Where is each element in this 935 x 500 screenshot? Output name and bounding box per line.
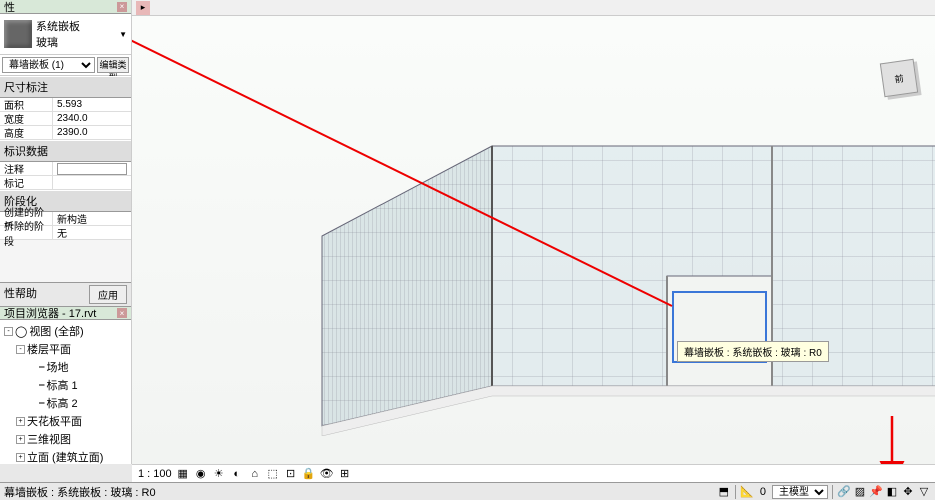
select-pinned-icon[interactable]: 📌 <box>869 485 883 499</box>
tree-item[interactable]: +天花板平面 <box>2 412 129 430</box>
panel-type-icon <box>4 20 32 48</box>
type-selector[interactable]: 系统嵌板 玻璃 ▼ <box>0 14 131 55</box>
tree-item[interactable]: ⎯标高 2 <box>2 394 129 412</box>
tree-label: 场地 <box>47 359 69 375</box>
prop-row: 标记 <box>0 176 131 190</box>
prop-row: 宽度2340.0 <box>0 112 131 126</box>
instance-filter[interactable]: 幕墙嵌板 (1) <box>2 57 95 73</box>
lock-icon[interactable]: 🔒 <box>302 467 316 481</box>
type-line2: 玻璃 <box>36 34 119 50</box>
chevron-down-icon[interactable]: ▼ <box>119 30 127 39</box>
tree-toggle-icon[interactable]: - <box>4 327 13 336</box>
viewport: ▸ 前 <box>132 0 935 464</box>
temp-hide-icon[interactable]: 👁 <box>320 467 334 481</box>
tree-item[interactable]: +立面 (建筑立面) <box>2 448 129 464</box>
close-icon[interactable]: × <box>117 308 127 318</box>
properties-title: 性 <box>4 0 15 15</box>
type-line1: 系统嵌板 <box>36 18 119 34</box>
viewcube-face[interactable]: 前 <box>880 59 918 97</box>
tree-node-icon: ⎯ <box>39 379 45 392</box>
select-underlay-icon[interactable]: ▨ <box>853 485 867 499</box>
prop-row: 注释 <box>0 162 131 176</box>
instance-filter-row: 幕墙嵌板 (1) 编辑类型 <box>0 55 131 76</box>
apply-button[interactable]: 应用 <box>89 285 127 304</box>
project-browser-tree[interactable]: -◯视图 (全部)-楼层平面⎯场地⎯标高 1⎯标高 2+天花板平面+三维视图+立… <box>0 320 131 464</box>
sun-path-icon[interactable]: ☀ <box>212 467 226 481</box>
detail-level-icon[interactable]: ▦ <box>176 467 190 481</box>
properties-header: 性 × <box>0 0 131 14</box>
comments-input[interactable] <box>57 163 127 175</box>
view-control-bar: 1 : 100 ▦ ◉ ☀ ◐ ⌂ ⬚ ⊡ 🔒 👁 ⊞ <box>132 464 935 482</box>
tree-item[interactable]: ⎯标高 1 <box>2 376 129 394</box>
close-icon[interactable]: × <box>117 2 127 12</box>
browser-title: 项目浏览器 - 17.rvt <box>4 305 96 321</box>
tree-toggle-icon[interactable]: - <box>16 345 25 354</box>
viewport-canvas[interactable]: 前 <box>132 16 935 464</box>
prop-row: 面积5.593 <box>0 98 131 112</box>
tree-node-icon: ⎯ <box>39 397 45 410</box>
tree-label: 立面 (建筑立面) <box>27 449 103 464</box>
crop-visible-icon[interactable]: ⊡ <box>284 467 298 481</box>
filter-icon[interactable]: ▽ <box>917 485 931 499</box>
tree-toggle-icon[interactable]: + <box>16 453 25 462</box>
tree-node-icon: ◯ <box>15 325 27 338</box>
select-links-icon[interactable]: 🔗 <box>837 485 851 499</box>
browser-header: 项目浏览器 - 17.rvt × <box>0 306 131 320</box>
tree-label: 天花板平面 <box>27 413 82 429</box>
tree-item[interactable]: -◯视图 (全部) <box>2 322 129 340</box>
model-filter-dropdown[interactable]: 主模型 <box>772 485 828 499</box>
select-face-icon[interactable]: ◧ <box>885 485 899 499</box>
section-dimensions: 尺寸标注 <box>0 76 131 98</box>
status-bar: 幕墙嵌板 : 系统嵌板 : 玻璃 : R0 ⬒ 📐 0 主模型 🔗 ▨ 📌 ◧ … <box>0 482 935 500</box>
reveal-icon[interactable]: ⊞ <box>338 467 352 481</box>
left-panel: 性 × 系统嵌板 玻璃 ▼ 幕墙嵌板 (1) 编辑类型 尺寸标注 <box>0 0 132 464</box>
design-options-icon[interactable]: 📐 <box>740 485 754 499</box>
prop-row: 高度2390.0 <box>0 126 131 140</box>
drag-icon[interactable]: ✥ <box>901 485 915 499</box>
shadows-icon[interactable]: ◐ <box>230 467 244 481</box>
visual-style-icon[interactable]: ◉ <box>194 467 208 481</box>
status-text: 幕墙嵌板 : 系统嵌板 : 玻璃 : R0 <box>4 484 156 500</box>
tree-label: 三维视图 <box>27 431 71 447</box>
help-label[interactable]: 性帮助 <box>4 285 37 304</box>
tree-toggle-icon[interactable]: + <box>16 417 25 426</box>
crop-icon[interactable]: ⬚ <box>266 467 280 481</box>
tree-toggle-icon[interactable]: + <box>16 435 25 444</box>
tree-item[interactable]: +三维视图 <box>2 430 129 448</box>
viewcube[interactable]: 前 <box>877 56 925 104</box>
status-zero: 0 <box>756 486 770 498</box>
section-identity: 标识数据 <box>0 140 131 162</box>
view-scale[interactable]: 1 : 100 <box>138 468 172 480</box>
tree-node-icon: ⎯ <box>39 361 45 374</box>
viewport-tab-bar: ▸ <box>132 0 935 16</box>
element-tooltip: 幕墙嵌板 : 系统嵌板 : 玻璃 : R0 <box>677 341 829 362</box>
prop-row: 拆除的阶段无 <box>0 226 131 240</box>
tree-label: 视图 (全部) <box>29 323 83 339</box>
rendering-icon[interactable]: ⌂ <box>248 467 262 481</box>
restore-panel-icon[interactable]: ▸ <box>136 1 150 15</box>
worksets-icon[interactable]: ⬒ <box>717 485 731 499</box>
edit-type-button[interactable]: 编辑类型 <box>97 57 129 73</box>
help-row: 性帮助 应用 <box>0 282 131 306</box>
tree-label: 标高 2 <box>47 395 78 411</box>
tree-label: 楼层平面 <box>27 341 71 357</box>
tree-item[interactable]: -楼层平面 <box>2 340 129 358</box>
tree-item[interactable]: ⎯场地 <box>2 358 129 376</box>
tree-label: 标高 1 <box>47 377 78 393</box>
building-model <box>272 136 935 436</box>
